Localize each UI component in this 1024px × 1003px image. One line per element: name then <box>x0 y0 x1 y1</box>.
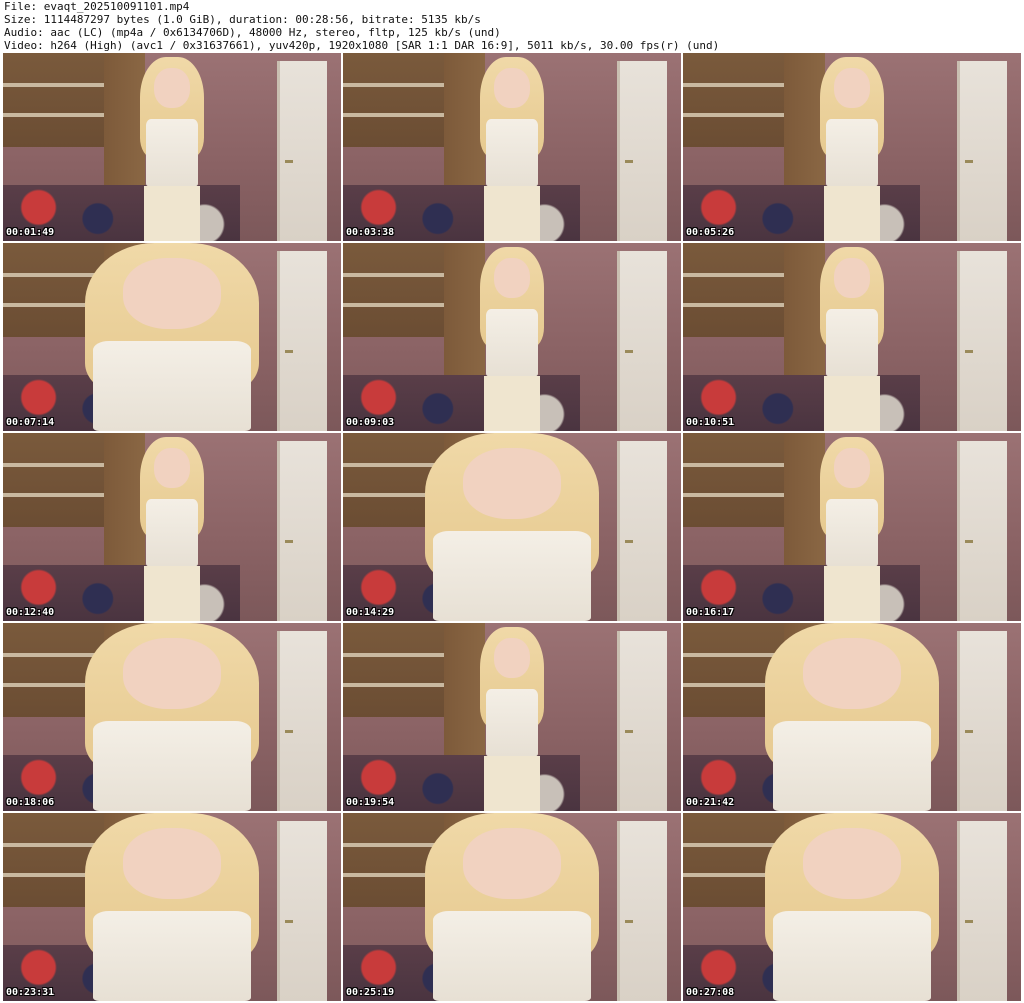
video-thumbnail: 00:14:29 <box>343 433 681 621</box>
thumbnail-timestamp: 00:09:03 <box>346 417 395 428</box>
thumbnail-frame-image <box>3 53 341 241</box>
video-thumbnail: 00:03:38 <box>343 53 681 241</box>
thumbnail-frame-image <box>3 623 341 811</box>
audio-info-line: Audio: aac (LC) (mp4a / 0x6134706D), 480… <box>4 26 501 39</box>
thumbnail-frame-image <box>683 623 1021 811</box>
file-size-line: Size: 1114487297 bytes (1.0 GiB), durati… <box>4 13 481 26</box>
thumbnail-frame-image <box>683 433 1021 621</box>
thumbnail-frame-image <box>3 433 341 621</box>
thumbnail-timestamp: 00:18:06 <box>6 797 55 808</box>
thumbnail-timestamp: 00:12:40 <box>6 607 55 618</box>
thumbnail-timestamp: 00:05:26 <box>686 227 735 238</box>
thumbnail-frame-image <box>343 243 681 431</box>
video-thumbnail: 00:23:31 <box>3 813 341 1001</box>
thumbnail-frame-image <box>3 243 341 431</box>
file-info-header: File: evaqt_202510091101.mp4 Size: 11144… <box>4 0 1020 52</box>
thumbnail-grid: 00:01:49 00:03:38 00:05:26 00:07:14 00:09:03… <box>3 53 1021 1001</box>
video-thumbnail: 00:18:06 <box>3 623 341 811</box>
thumbnail-frame-image <box>343 53 681 241</box>
thumbnail-timestamp: 00:10:51 <box>686 417 735 428</box>
thumbnail-timestamp: 00:07:14 <box>6 417 55 428</box>
thumbnail-frame-image <box>343 623 681 811</box>
thumbnail-frame-image <box>683 243 1021 431</box>
thumbnail-frame-image <box>683 813 1021 1001</box>
thumbnail-frame-image <box>683 53 1021 241</box>
video-thumbnail: 00:09:03 <box>343 243 681 431</box>
thumbnail-timestamp: 00:27:08 <box>686 987 735 998</box>
video-thumbnail: 00:05:26 <box>683 53 1021 241</box>
video-thumbnail: 00:16:17 <box>683 433 1021 621</box>
thumbnail-timestamp: 00:25:19 <box>346 987 395 998</box>
file-name-line: File: evaqt_202510091101.mp4 <box>4 0 190 13</box>
video-thumbnail: 00:21:42 <box>683 623 1021 811</box>
thumbnail-frame-image <box>343 433 681 621</box>
thumbnail-timestamp: 00:21:42 <box>686 797 735 808</box>
thumbnail-timestamp: 00:23:31 <box>6 987 55 998</box>
video-thumbnail: 00:27:08 <box>683 813 1021 1001</box>
thumbnail-timestamp: 00:19:54 <box>346 797 395 808</box>
thumbnail-frame-image <box>3 813 341 1001</box>
video-thumbnail: 00:19:54 <box>343 623 681 811</box>
thumbnail-timestamp: 00:01:49 <box>6 227 55 238</box>
video-thumbnail: 00:25:19 <box>343 813 681 1001</box>
thumbnail-timestamp: 00:16:17 <box>686 607 735 618</box>
video-thumbnail: 00:12:40 <box>3 433 341 621</box>
video-info-line: Video: h264 (High) (avc1 / 0x31637661), … <box>4 39 720 52</box>
thumbnail-timestamp: 00:03:38 <box>346 227 395 238</box>
video-thumbnail: 00:10:51 <box>683 243 1021 431</box>
video-thumbnail: 00:07:14 <box>3 243 341 431</box>
video-thumbnail: 00:01:49 <box>3 53 341 241</box>
thumbnail-frame-image <box>343 813 681 1001</box>
thumbnail-timestamp: 00:14:29 <box>346 607 395 618</box>
